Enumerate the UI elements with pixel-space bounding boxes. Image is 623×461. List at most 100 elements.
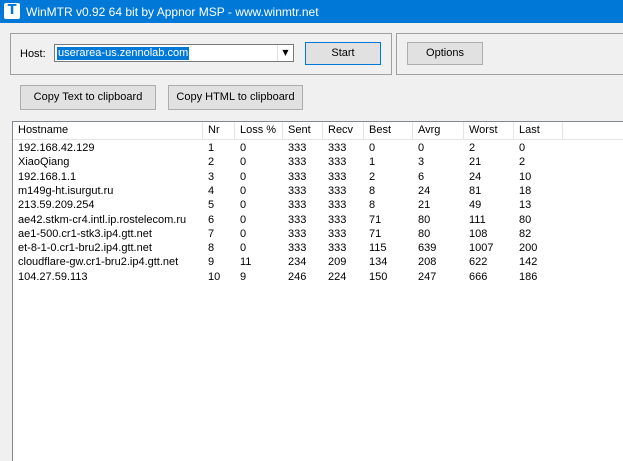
copy-text-button[interactable]: Copy Text to clipboard [20,85,156,110]
column-header-best[interactable]: Best [364,122,413,139]
cell-nr: 7 [208,227,215,240]
cell-sent: 333 [288,199,307,212]
cell-worst: 622 [469,256,488,269]
cell-best: 134 [369,256,388,269]
cell-recv: 333 [328,184,347,197]
cell-sent: 333 [288,156,307,169]
cell-avrg: 639 [418,242,437,255]
cell-last: 200 [519,242,538,255]
cell-avrg: 6 [418,170,425,183]
column-header-avrg[interactable]: Avrg [413,122,464,139]
cell-best: 8 [369,199,376,212]
cell-hostname: 104.27.59.113 [18,270,88,283]
table-row[interactable]: et-8-1-0.cr1-bru2.ip4.gtt.net 8 0 333 333 115… [13,241,623,255]
window-title: WinMTR v0.92 64 bit by Appnor MSP - www.… [26,5,319,19]
cell-best: 8 [369,184,376,197]
table-row[interactable]: cloudflare-gw.cr1-bru2.ip4.gtt.net 9 11 234… [13,255,623,269]
cell-recv: 333 [328,213,347,226]
cell-last: 142 [519,256,538,269]
cell-loss: 0 [240,227,247,240]
table-row[interactable]: 192.168.1.1 3 0 333 333 2 6 24 10 [13,170,623,184]
column-header-loss[interactable]: Loss % [235,122,283,139]
cell-loss: 0 [240,156,247,169]
cell-loss: 0 [240,142,247,154]
column-header-recv[interactable]: Recv [323,122,364,139]
cell-recv: 224 [328,270,347,283]
cell-worst: 108 [469,227,488,240]
host-group: Host: userarea-us.zennolab.com ▼ Start [10,33,392,75]
cell-worst: 111 [469,213,486,226]
cell-recv: 333 [328,227,347,240]
host-combobox[interactable]: userarea-us.zennolab.com ▼ [54,44,294,62]
copy-html-button[interactable]: Copy HTML to clipboard [168,85,303,110]
table-row[interactable]: 104.27.59.113 10 9 246 224 150 247 666 186 [13,270,623,284]
column-header-hostname[interactable]: Hostname [13,122,203,139]
table-header: Hostname Nr Loss % Sent Recv Best Avrg W… [13,122,623,140]
cell-loss: 11 [240,256,252,269]
table-row[interactable]: 213.59.209.254 5 0 333 333 8 21 49 13 [13,198,623,212]
chevron-down-icon[interactable]: ▼ [277,45,293,61]
host-input-value[interactable]: userarea-us.zennolab.com [57,47,190,60]
cell-recv: 333 [328,242,347,255]
cell-recv: 209 [328,256,347,269]
cell-sent: 333 [288,227,307,240]
cell-avrg: 247 [418,270,437,283]
table-row[interactable]: ae1-500.cr1-stk3.ip4.gtt.net 7 0 333 333 71 80… [13,227,623,241]
cell-sent: 333 [288,170,307,183]
cell-best: 115 [369,242,387,255]
cell-last: 0 [519,142,526,154]
host-label: Host: [20,48,46,60]
cell-nr: 1 [208,142,215,154]
cell-loss: 0 [240,199,247,212]
cell-recv: 333 [328,199,347,212]
cell-worst: 49 [469,199,482,212]
cell-hostname: m149g-ht.isurgut.ru [18,184,114,197]
column-header-nr[interactable]: Nr [203,122,235,139]
cell-avrg: 21 [418,199,431,212]
cell-hostname: 192.168.42.129 [18,142,95,154]
title-bar[interactable]: T WinMTR v0.92 64 bit by Appnor MSP - ww… [0,0,623,23]
cell-nr: 9 [208,256,215,269]
cell-avrg: 3 [418,156,425,169]
cell-loss: 0 [240,242,247,255]
table-row[interactable]: ae42.stkm-cr4.intl.ip.rostelecom.ru 6 0 333… [13,213,623,227]
cell-hostname: 213.59.209.254 [18,199,95,212]
table-row[interactable]: 192.168.42.129 1 0 333 333 0 0 2 0 [13,141,623,155]
cell-sent: 246 [288,270,307,283]
cell-worst: 24 [469,170,482,183]
cell-best: 150 [369,270,388,283]
cell-worst: 21 [469,156,482,169]
cell-hostname: ae42.stkm-cr4.intl.ip.rostelecom.ru [18,213,187,226]
table-row[interactable]: XiaoQiang 2 0 333 333 1 3 21 2 [13,155,623,169]
options-button[interactable]: Options [407,42,483,65]
column-header-worst[interactable]: Worst [464,122,514,139]
cell-best: 71 [369,213,382,226]
cell-nr: 6 [208,213,215,226]
results-table[interactable]: Hostname Nr Loss % Sent Recv Best Avrg W… [12,121,623,461]
cell-sent: 234 [288,256,307,269]
cell-nr: 8 [208,242,215,255]
table-row[interactable]: m149g-ht.isurgut.ru 4 0 333 333 8 24 81 18 [13,184,623,198]
cell-recv: 333 [328,170,347,183]
cell-avrg: 80 [418,213,431,226]
cell-hostname: XiaoQiang [18,156,70,169]
cell-best: 0 [369,142,376,154]
column-header-sent[interactable]: Sent [283,122,323,139]
start-button[interactable]: Start [305,42,381,65]
cell-nr: 4 [208,184,215,197]
cell-last: 186 [519,270,538,283]
cell-last: 10 [519,170,532,183]
cell-sent: 333 [288,142,307,154]
cell-loss: 0 [240,170,247,183]
winmtr-app-icon: T [4,3,20,19]
cell-loss: 9 [240,270,247,283]
column-header-last[interactable]: Last [514,122,563,139]
cell-worst: 666 [469,270,488,283]
cell-loss: 0 [240,184,247,197]
cell-avrg: 24 [418,184,431,197]
cell-last: 18 [519,184,532,197]
cell-hostname: 192.168.1.1 [18,170,77,183]
cell-avrg: 208 [418,256,437,269]
cell-hostname: et-8-1-0.cr1-bru2.ip4.gtt.net [18,242,152,255]
cell-nr: 3 [208,170,215,183]
